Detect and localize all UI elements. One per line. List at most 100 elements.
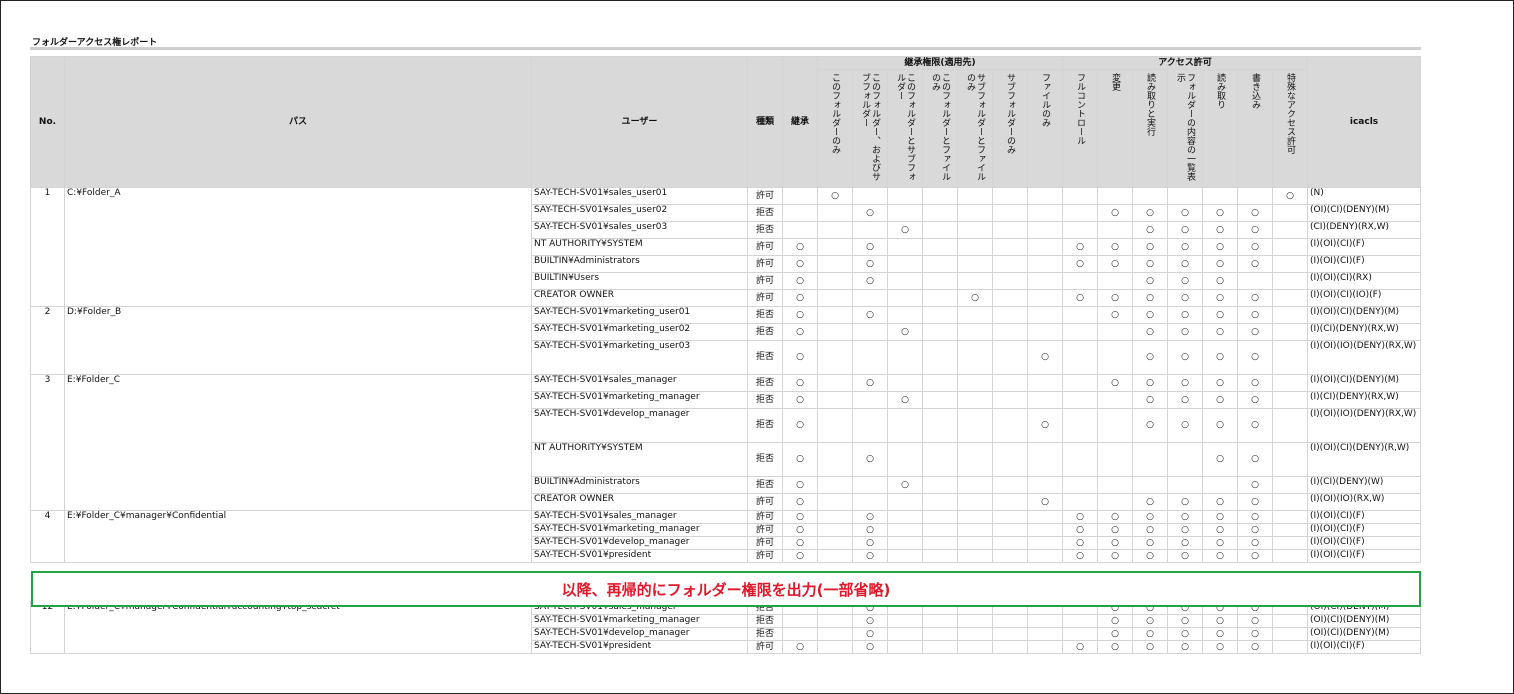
omission-banner-text: 以降、再帰的にフォルダー権限を出力(一部省略) (561, 580, 891, 599)
empty-cell (817, 627, 853, 641)
check-mark-cell: ○ (1132, 221, 1168, 239)
empty-cell (1062, 408, 1098, 443)
empty-cell (887, 272, 923, 290)
empty-cell (817, 476, 853, 494)
check-mark-cell: ○ (1237, 204, 1273, 222)
permission-kind: 拒否 (747, 306, 783, 324)
permission-kind: 許可 (747, 187, 783, 205)
empty-cell (1272, 306, 1308, 324)
check-mark-cell: ○ (852, 536, 888, 550)
check-mark-cell: ○ (1202, 289, 1238, 307)
empty-cell (922, 493, 958, 511)
empty-cell (1272, 510, 1308, 524)
permission-kind: 拒否 (747, 340, 783, 375)
permission-kind: 許可 (747, 255, 783, 273)
user-name: SAY-TECH-SV01¥president (531, 640, 748, 654)
icacls-value: (I)(OI)(CI)(DENY)(R,W) (1307, 442, 1421, 477)
empty-cell (957, 204, 993, 222)
check-mark-cell: ○ (1062, 255, 1098, 273)
empty-cell (1027, 523, 1063, 537)
empty-cell (1097, 272, 1133, 290)
empty-cell (922, 627, 958, 641)
check-mark-cell: ○ (1062, 510, 1098, 524)
empty-cell (992, 408, 1028, 443)
empty-cell (1027, 204, 1063, 222)
check-mark-cell: ○ (1237, 493, 1273, 511)
check-mark-cell: ○ (1237, 238, 1273, 256)
empty-cell (992, 306, 1028, 324)
empty-cell (1027, 536, 1063, 550)
empty-cell (1062, 340, 1098, 375)
empty-cell (957, 391, 993, 409)
check-mark-cell: ○ (1062, 640, 1098, 654)
empty-cell (957, 493, 993, 511)
check-mark-cell: ○ (1237, 374, 1273, 392)
check-mark-cell: ○ (1167, 408, 1203, 443)
access-table: No. パス ユーザー 種類 継承 継承権限(適用先) アクセス許可 icacl… (30, 56, 1421, 654)
empty-cell (1062, 187, 1098, 205)
user-name: SAY-TECH-SV01¥develop_manager (531, 627, 748, 641)
empty-cell (852, 476, 888, 494)
check-mark-cell: ○ (1237, 442, 1273, 477)
check-mark-cell: ○ (782, 493, 818, 511)
empty-cell (992, 289, 1028, 307)
empty-cell (922, 549, 958, 563)
empty-cell (922, 238, 958, 256)
check-mark-cell: ○ (1202, 510, 1238, 524)
empty-cell (1272, 323, 1308, 341)
icacls-value: (I)(OI)(CI)(F) (1307, 549, 1421, 563)
check-mark-cell: ○ (1167, 523, 1203, 537)
empty-cell (992, 442, 1028, 477)
check-mark-cell: ○ (782, 289, 818, 307)
check-mark-cell: ○ (1202, 442, 1238, 477)
check-mark-cell: ○ (1237, 221, 1273, 239)
empty-cell (1272, 614, 1308, 628)
empty-cell (957, 238, 993, 256)
empty-cell (1202, 476, 1238, 494)
empty-cell (992, 187, 1028, 205)
header-access-read-execute: 読み取りと実行 (1132, 69, 1168, 188)
permission-kind: 拒否 (747, 627, 783, 641)
check-mark-cell: ○ (782, 510, 818, 524)
title-rule (30, 47, 1421, 50)
empty-cell (1062, 614, 1098, 628)
empty-cell (1132, 442, 1168, 477)
empty-cell (1027, 272, 1063, 290)
row-number: 12 (30, 601, 65, 654)
header-access-modify: 変更 (1097, 69, 1133, 188)
check-mark-cell: ○ (1202, 391, 1238, 409)
header-scope-subfolders-files: サブフォルダーとファイルのみ (957, 69, 993, 188)
check-mark-cell: ○ (852, 442, 888, 477)
permission-kind: 拒否 (747, 221, 783, 239)
check-mark-cell: ○ (1237, 476, 1273, 494)
omission-banner: 以降、再帰的にフォルダー権限を出力(一部省略) (31, 571, 1421, 607)
icacls-value: (I)(OI)(CI)(F) (1307, 523, 1421, 537)
empty-cell (1062, 627, 1098, 641)
icacls-value: (I)(OI)(CI)(DENY)(M) (1307, 306, 1421, 324)
check-mark-cell: ○ (782, 306, 818, 324)
empty-cell (1027, 289, 1063, 307)
user-name: SAY-TECH-SV01¥sales_user01 (531, 187, 748, 205)
icacls-value: (OI)(CI)(DENY)(M) (1307, 627, 1421, 641)
check-mark-cell: ○ (1132, 614, 1168, 628)
empty-cell (922, 391, 958, 409)
empty-cell (1097, 323, 1133, 341)
check-mark-cell: ○ (852, 523, 888, 537)
permission-kind: 拒否 (747, 408, 783, 443)
icacls-value: (I)(OI)(CI)(F) (1307, 255, 1421, 273)
empty-cell (1272, 221, 1308, 239)
empty-cell (1062, 442, 1098, 477)
permission-kind: 許可 (747, 523, 783, 537)
check-mark-cell: ○ (1097, 510, 1133, 524)
empty-cell (957, 221, 993, 239)
check-mark-cell: ○ (782, 374, 818, 392)
check-mark-cell: ○ (1202, 238, 1238, 256)
check-mark-cell: ○ (1132, 640, 1168, 654)
check-mark-cell: ○ (1202, 627, 1238, 641)
empty-cell (1062, 306, 1098, 324)
empty-cell (1027, 238, 1063, 256)
check-mark-cell: ○ (1167, 255, 1203, 273)
permission-kind: 拒否 (747, 391, 783, 409)
icacls-value: (I)(OI)(CI)(RX) (1307, 272, 1421, 290)
user-name: NT AUTHORITY¥SYSTEM (531, 238, 748, 256)
